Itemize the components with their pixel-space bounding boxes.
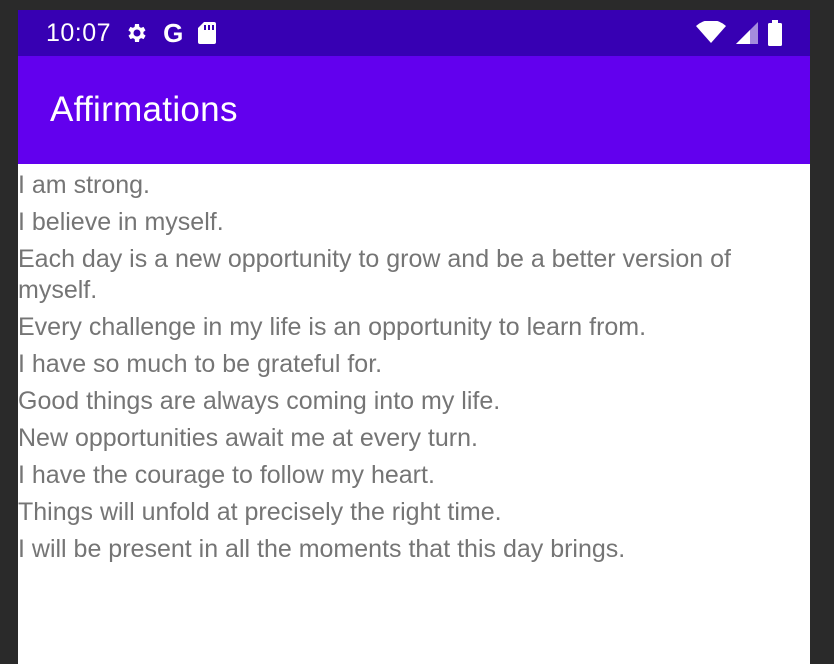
gear-icon	[125, 21, 149, 45]
wifi-icon	[696, 21, 726, 45]
list-item: I believe in myself.	[18, 208, 224, 236]
list-item: Every challenge in my life is an opportu…	[18, 313, 647, 341]
battery-icon	[768, 20, 782, 46]
list-item: I am strong.	[18, 171, 150, 199]
app-title: Affirmations	[50, 90, 238, 129]
status-left: 10:07 G	[46, 19, 217, 48]
list-item: Things will unfold at precisely the righ…	[18, 498, 502, 526]
status-time: 10:07	[46, 18, 112, 47]
list-item: Good things are always coming into my li…	[18, 387, 501, 415]
status-bar: 10:07 G	[18, 10, 810, 56]
status-right	[696, 20, 782, 46]
signal-icon	[736, 22, 758, 44]
list-item: I have the courage to follow my heart.	[18, 461, 435, 489]
phone-screen: 10:07 G Affirmations I am strong. I beli…	[18, 10, 810, 664]
app-bar: Affirmations	[18, 56, 810, 164]
affirmations-list[interactable]: I am strong. I believe in myself. Each d…	[18, 164, 810, 565]
list-item: I will be present in all the moments tha…	[18, 535, 626, 563]
list-item: Each day is a new opportunity to grow an…	[18, 245, 731, 304]
google-g-icon: G	[163, 18, 184, 48]
list-item: New opportunities await me at every turn…	[18, 424, 478, 452]
list-item: I have so much to be grateful for.	[18, 350, 383, 378]
sd-card-icon	[197, 21, 217, 45]
